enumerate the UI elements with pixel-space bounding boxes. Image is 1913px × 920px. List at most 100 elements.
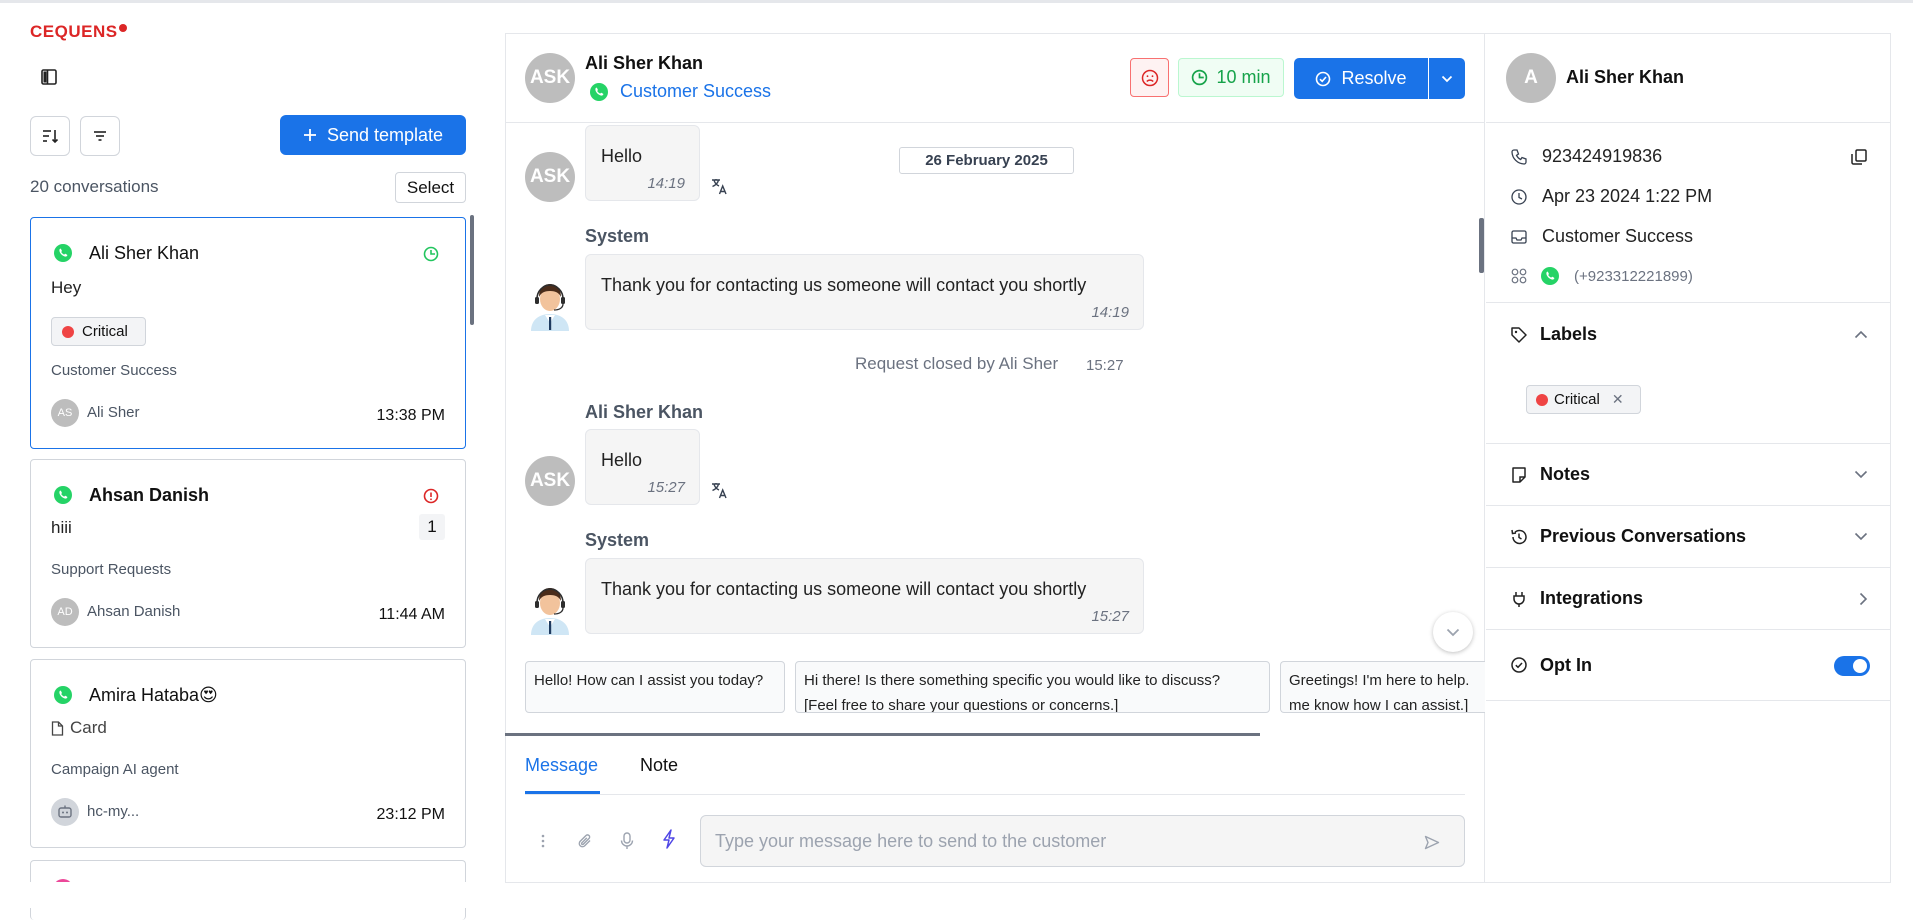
whatsapp-icon <box>590 83 608 101</box>
contact-avatar: ASK <box>525 152 575 202</box>
contact-avatar: A <box>1506 53 1556 103</box>
apps-icon <box>1511 268 1527 284</box>
conversation-card[interactable]: Ahsan Danish hiii 1 Support Requests AD … <box>30 459 466 648</box>
scroll-to-bottom-button[interactable] <box>1433 612 1473 652</box>
sad-face-icon <box>1141 69 1158 86</box>
history-icon <box>1511 529 1527 544</box>
suggested-reply[interactable]: Greetings! I'm here to help. me know how… <box>1280 661 1485 713</box>
last-message: Hey <box>51 278 82 297</box>
conversation-list-scrollbar[interactable] <box>470 215 474 325</box>
contact-inbox: Customer Success <box>1542 226 1694 246</box>
unread-count-badge: 1 <box>419 514 445 540</box>
incoming-message: Hello 14:19 <box>585 125 700 201</box>
whatsapp-icon <box>1541 267 1559 285</box>
message-composer <box>700 815 1465 867</box>
support-agent-icon <box>531 284 569 331</box>
conversation-card[interactable]: Amira Hataba😍 Card Campaign AI agent hc-… <box>30 659 466 848</box>
agent-avatar: AS <box>51 399 79 427</box>
chevron-down-icon <box>1854 470 1868 479</box>
chevron-down-icon <box>1854 532 1868 541</box>
copy-icon[interactable] <box>1850 148 1868 166</box>
tab-message[interactable]: Message <box>525 755 598 776</box>
last-message: Card <box>70 718 107 737</box>
contact-name: Ahsan Danish <box>89 485 210 505</box>
notes-section-header[interactable]: Notes <box>1486 443 1890 505</box>
chat-scrollbar[interactable] <box>1479 218 1484 273</box>
chat-contact-name: Ali Sher Khan <box>585 53 704 73</box>
suggested-reply[interactable]: Hello! How can I assist you today? <box>525 661 785 713</box>
chevron-right-icon <box>1859 592 1868 605</box>
translate-icon[interactable] <box>710 177 729 196</box>
tag-icon <box>1511 326 1527 343</box>
message-input[interactable] <box>715 816 1415 866</box>
conversation-time: 13:38 PM <box>376 407 445 424</box>
whatsapp-icon <box>54 244 72 262</box>
incoming-message: Hello 15:27 <box>585 429 700 505</box>
contact-phone: 923424919836 <box>1542 146 1663 166</box>
more-vertical-icon[interactable] <box>537 832 549 850</box>
whatsapp-icon <box>54 686 72 704</box>
chevron-down-icon <box>1446 628 1460 636</box>
message-sender: System <box>585 530 650 550</box>
check-circle-icon <box>1511 657 1527 673</box>
sentiment-button[interactable] <box>1130 58 1169 97</box>
chevron-up-icon <box>1854 330 1868 339</box>
filter-button[interactable] <box>80 116 120 156</box>
opt-in-toggle[interactable] <box>1834 656 1870 676</box>
microphone-icon[interactable] <box>618 831 636 851</box>
conversation-time: 23:12 PM <box>376 806 445 823</box>
alert-icon <box>423 488 439 504</box>
lightning-icon[interactable] <box>660 828 678 850</box>
sort-button[interactable] <box>30 116 70 156</box>
conversation-time: 11:44 AM <box>378 606 445 623</box>
resolve-button[interactable]: Resolve <box>1294 58 1428 99</box>
agent-name: Ali Sher <box>87 404 140 421</box>
resolve-dropdown-button[interactable] <box>1429 58 1465 99</box>
contact-avatar: ASK <box>525 53 575 103</box>
opt-in-row: Opt In <box>1486 629 1890 701</box>
plus-icon <box>303 129 316 141</box>
remove-label-icon[interactable]: ✕ <box>1612 391 1624 408</box>
sort-icon <box>43 130 59 144</box>
sidebar-toggle-icon[interactable] <box>40 68 58 86</box>
whatsapp-icon <box>54 486 72 504</box>
system-message: Thank you for contacting us someone will… <box>585 558 1144 634</box>
robot-icon <box>58 805 72 818</box>
team-name: Support Requests <box>51 561 172 578</box>
send-icon[interactable] <box>1424 835 1440 850</box>
timer-status-icon <box>423 246 439 262</box>
contact-created-date: Apr 23 2024 1:22 PM <box>1542 186 1713 206</box>
phone-icon <box>1511 148 1527 165</box>
plug-icon <box>1513 591 1525 607</box>
support-agent-icon <box>531 588 569 635</box>
suggestions-scrollbar[interactable] <box>505 733 1260 736</box>
chat-team-link[interactable]: Customer Success <box>620 81 771 102</box>
label-badge: Critical <box>51 317 146 346</box>
attachment-icon[interactable] <box>576 832 594 850</box>
contact-name: Amira Hataba😍 <box>89 685 218 705</box>
date-separator: 26 February 2025 <box>899 147 1074 174</box>
labels-section-header[interactable]: Labels <box>1486 302 1890 366</box>
inbox-icon <box>1511 229 1527 244</box>
cequens-logo: CEQUENS <box>30 22 127 42</box>
sla-timer: 10 min <box>1178 58 1284 97</box>
tab-note[interactable]: Note <box>640 755 678 776</box>
message-sender: System <box>585 226 650 246</box>
contact-name: Ali Sher Khan <box>89 243 200 263</box>
agent-name: hc-my... <box>87 803 140 820</box>
previous-conversations-section-header[interactable]: Previous Conversations <box>1486 505 1890 567</box>
bot-avatar <box>51 798 79 826</box>
integrations-section-header[interactable]: Integrations <box>1486 567 1890 629</box>
system-agent-avatar <box>525 581 575 635</box>
agent-avatar: AD <box>51 598 79 626</box>
suggested-reply[interactable]: Hi there! Is there something specific yo… <box>795 661 1270 713</box>
channel-number: (+923312221899) <box>1574 267 1693 285</box>
conversation-card[interactable]: Ali Sher Khan Hey Critical Customer Succ… <box>30 217 466 449</box>
team-name: Campaign AI agent <box>51 761 179 778</box>
send-template-button[interactable]: Send template <box>280 115 466 155</box>
translate-icon[interactable] <box>710 481 729 500</box>
team-name: Customer Success <box>51 362 177 379</box>
chevron-down-icon <box>1441 75 1453 82</box>
select-button[interactable]: Select <box>395 172 466 203</box>
document-icon <box>51 720 64 736</box>
